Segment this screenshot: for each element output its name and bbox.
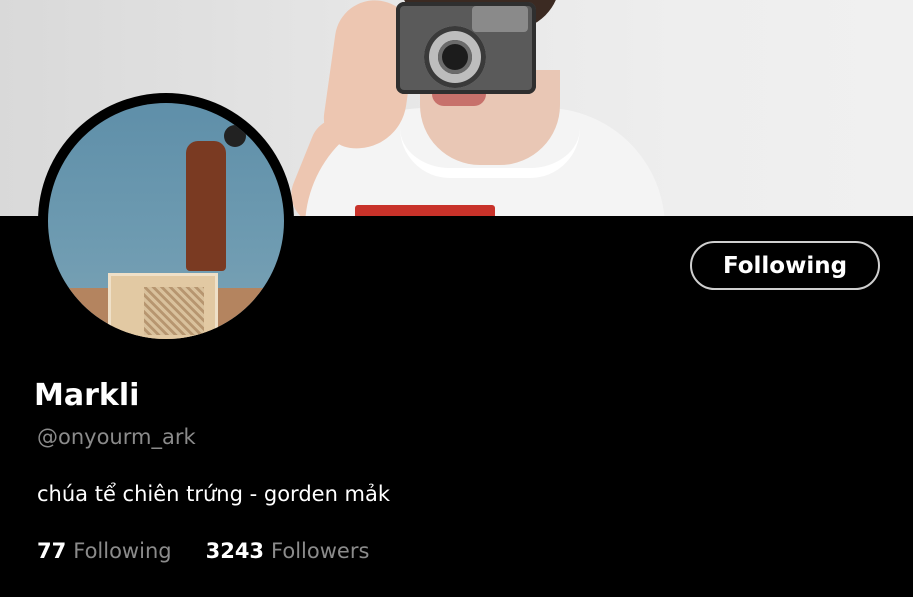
profile-bio: chúa tể chiên trứng - gorden mảk [37,482,391,506]
avatar-figure-head [224,125,246,147]
banner-shirt-print [355,205,495,216]
avatar-figure [186,141,226,271]
followers-stat-link[interactable]: 3243 Followers [206,539,370,563]
camera-viewfinder [472,6,528,32]
profile-page: Following Markli @onyourm_ark chúa tể ch… [0,0,913,597]
banner-collar [400,128,580,178]
followers-count: 3243 [205,539,265,563]
user-handle: @onyourm_ark [37,425,196,449]
avatar[interactable] [38,93,294,349]
banner-lips [432,94,486,106]
display-name: Markli [34,378,140,413]
following-button[interactable]: Following [690,241,880,290]
avatar-image [48,103,284,339]
profile-stats: 77 Following 3243 Followers [37,539,369,563]
following-stat-link[interactable]: 77 Following [37,539,172,563]
following-count: 77 [37,539,67,563]
avatar-mesh [144,287,204,335]
followers-label: Followers [271,539,370,563]
following-label: Following [73,539,172,563]
camera-lens-center [438,40,472,74]
